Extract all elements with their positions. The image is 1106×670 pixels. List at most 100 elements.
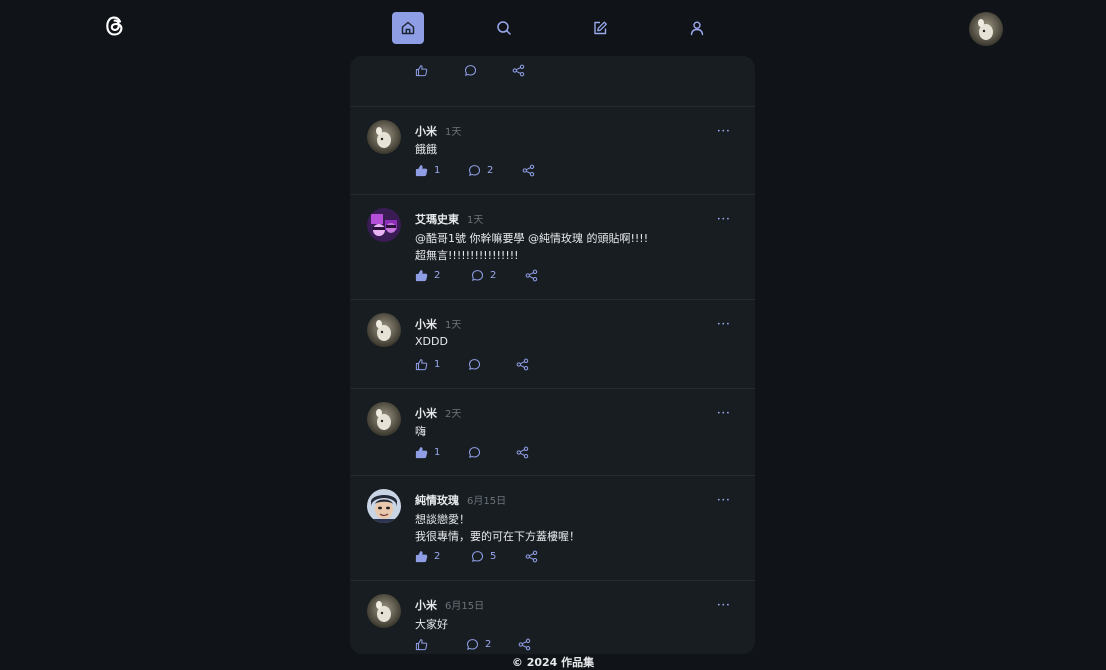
share-icon xyxy=(516,358,529,370)
like-button[interactable]: 1 xyxy=(415,445,440,459)
comment-icon xyxy=(468,446,481,458)
post-time: 2天 xyxy=(445,409,462,420)
like-count: 1 xyxy=(434,358,441,370)
nav-home-button[interactable] xyxy=(392,12,424,44)
like-count: 2 xyxy=(434,269,441,281)
post-time: 6月15日 xyxy=(445,601,485,612)
post-time: 1天 xyxy=(445,320,462,331)
author-avatar[interactable] xyxy=(367,594,401,628)
comment-button[interactable]: 5 xyxy=(471,549,496,563)
share-button[interactable] xyxy=(516,357,529,371)
like-button[interactable] xyxy=(415,63,428,77)
post-card: 一級逆襲 xyxy=(350,56,755,107)
post-time: 1天 xyxy=(445,127,462,138)
more-options-button[interactable]: ••• xyxy=(717,498,733,508)
author-name-text: 純情玫瑰 xyxy=(415,494,459,507)
author-name[interactable]: 艾瑪史東 1天 xyxy=(415,211,483,227)
author-name[interactable]: 純情玫瑰 6月15日 xyxy=(415,492,506,508)
comment-button[interactable]: 2 xyxy=(468,163,493,177)
author-avatar[interactable] xyxy=(367,208,401,242)
more-options-button[interactable]: ••• xyxy=(717,411,733,421)
footer-copyright: © 2024 作品集 xyxy=(511,656,595,669)
post-card: 艾瑪史東 1天 ••• @酷哥1號 你幹嘛要學 @純情玫瑰 的頭貼啊!!!! 超無言!!… xyxy=(350,195,755,300)
comment-icon xyxy=(468,164,481,176)
comment-button[interactable] xyxy=(464,63,477,77)
top-nav xyxy=(0,12,1106,44)
author-avatar[interactable] xyxy=(367,120,401,154)
comment-icon xyxy=(471,269,484,281)
nav-search-button[interactable] xyxy=(488,12,520,44)
more-dots-icon: ••• xyxy=(717,128,731,135)
post-text: 我很專情，要的可在下方蓋樓喔！ xyxy=(415,530,580,543)
comment-count: 2 xyxy=(485,638,492,650)
post-text: 餓餓 xyxy=(415,143,437,156)
author-name[interactable]: 小米 1天 xyxy=(415,316,461,332)
more-dots-icon: ••• xyxy=(717,497,731,504)
author-name-text: 小米 xyxy=(415,599,437,612)
share-button[interactable] xyxy=(525,268,538,282)
share-icon xyxy=(525,550,538,562)
like-count: 2 xyxy=(434,550,441,562)
like-count: 1 xyxy=(434,164,441,176)
like-icon xyxy=(415,638,428,650)
comment-icon xyxy=(466,638,479,650)
search-icon xyxy=(497,21,511,35)
share-icon xyxy=(525,269,538,281)
author-name[interactable]: 小米 1天 xyxy=(415,123,461,139)
post-text: @酷哥1號 你幹嘛要學 @純情玫瑰 的頭貼啊!!!! xyxy=(415,232,649,245)
more-options-button[interactable]: ••• xyxy=(717,129,733,139)
like-button[interactable]: 2 xyxy=(415,549,440,563)
profile-icon xyxy=(690,21,704,36)
comment-button[interactable] xyxy=(468,445,481,459)
more-dots-icon: ••• xyxy=(717,410,731,417)
author-avatar[interactable] xyxy=(367,402,401,436)
like-icon xyxy=(415,64,428,76)
like-icon xyxy=(415,269,428,281)
like-icon xyxy=(415,550,428,562)
post-card: 小米 1天 ••• 餓餓 1 2 xyxy=(350,107,755,195)
post-card: 純情玫瑰 6月15日 ••• 想談戀愛！ 我很專情，要的可在下方蓋樓喔！ 2 5 xyxy=(350,476,755,581)
like-button[interactable]: 1 xyxy=(415,163,440,177)
more-dots-icon: ••• xyxy=(717,321,731,328)
comment-icon xyxy=(471,550,484,562)
comment-button[interactable]: 2 xyxy=(466,637,491,651)
share-icon xyxy=(522,164,535,176)
author-avatar[interactable] xyxy=(367,489,401,523)
more-options-button[interactable]: ••• xyxy=(717,217,733,227)
share-icon xyxy=(512,64,525,76)
comment-button[interactable] xyxy=(468,357,481,371)
like-icon xyxy=(415,164,428,176)
like-icon xyxy=(415,358,428,370)
author-name[interactable]: 小米 2天 xyxy=(415,405,461,421)
feed-panel: 一級逆襲小米 1天 ••• 餓餓 1 2 艾瑪史東 1天 ••• @酷哥1號 你幹嘛要學 @純情玫… xyxy=(350,56,755,654)
nav-profile-button[interactable] xyxy=(681,12,713,44)
like-button[interactable]: 1 xyxy=(415,357,440,371)
compose-icon xyxy=(594,21,607,35)
post-text: 大家好 xyxy=(415,618,448,631)
author-avatar[interactable] xyxy=(367,313,401,347)
post-time: 6月15日 xyxy=(467,496,507,507)
share-button[interactable] xyxy=(516,445,529,459)
more-options-button[interactable]: ••• xyxy=(717,322,733,332)
comment-button[interactable]: 2 xyxy=(471,268,496,282)
author-name[interactable]: 小米 6月15日 xyxy=(415,597,484,613)
more-options-button[interactable]: ••• xyxy=(717,603,733,613)
post-card: 小米 1天 ••• XDDD 1 xyxy=(350,300,755,389)
post-text: 一級逆襲 xyxy=(415,56,459,58)
user-avatar-button[interactable] xyxy=(969,12,1003,46)
share-button[interactable] xyxy=(522,163,535,177)
more-dots-icon: ••• xyxy=(717,602,731,609)
like-button[interactable]: 2 xyxy=(415,268,440,282)
author-name-text: 小米 xyxy=(415,407,437,420)
author-name-text: 小米 xyxy=(415,318,437,331)
share-icon xyxy=(516,446,529,458)
post-time: 1天 xyxy=(467,215,484,226)
more-dots-icon: ••• xyxy=(717,216,731,223)
like-button[interactable] xyxy=(415,637,428,651)
share-button[interactable] xyxy=(512,63,525,77)
post-text: 超無言!!!!!!!!!!!!!!!! xyxy=(415,249,519,262)
share-button[interactable] xyxy=(518,637,531,651)
comment-icon xyxy=(468,358,481,370)
nav-compose-button[interactable] xyxy=(584,12,616,44)
share-button[interactable] xyxy=(525,549,538,563)
